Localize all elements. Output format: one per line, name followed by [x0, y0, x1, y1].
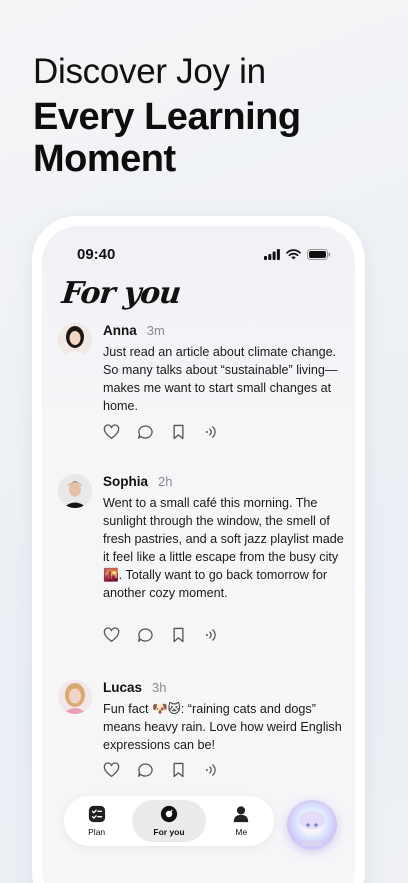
tab-label: Plan: [88, 827, 106, 837]
post-actions: [103, 627, 218, 643]
battery-icon: [307, 249, 331, 260]
heart-icon[interactable]: [103, 627, 120, 643]
headline: Discover Joy in Every Learning Moment: [33, 52, 301, 180]
headline-line-1: Discover Joy in: [33, 52, 266, 91]
comment-icon[interactable]: [137, 627, 154, 643]
comment-icon[interactable]: [137, 424, 154, 440]
assistant-orb-button[interactable]: [287, 800, 337, 850]
heart-icon[interactable]: [103, 424, 120, 440]
audio-icon[interactable]: [203, 424, 218, 440]
post-time: 3h: [152, 680, 167, 695]
avatar[interactable]: [58, 474, 92, 508]
headline-line-2: Every Learning: [33, 96, 301, 138]
post-text: Just read an article about climate chang…: [103, 345, 338, 413]
feed-title: For you: [60, 276, 183, 311]
author-name: Lucas: [103, 680, 143, 695]
bookmark-icon[interactable]: [171, 762, 186, 778]
author-name: Anna: [103, 323, 137, 338]
phone-frame: 09:40 For you Anna 3m Just read an articl…: [32, 216, 365, 883]
tab-bar: Plan For you Me: [64, 796, 274, 846]
for-you-icon: [160, 805, 178, 823]
bookmark-icon[interactable]: [171, 627, 186, 643]
person-icon: [234, 806, 249, 823]
tab-me[interactable]: Me: [211, 800, 271, 842]
post-author[interactable]: Lucas 3h: [103, 680, 167, 695]
status-time: 09:40: [77, 246, 116, 263]
comment-icon[interactable]: [137, 762, 154, 778]
post-actions: [103, 762, 218, 778]
post-card: Sophia 2h Went to a small café this morni…: [58, 474, 348, 654]
avatar[interactable]: [58, 323, 92, 357]
post-card: Anna 3m Just read an article about climat…: [58, 323, 348, 453]
post-text: Fun fact 🐶🐱: “raining cats and dogs” mea…: [103, 702, 342, 752]
bookmark-icon[interactable]: [171, 424, 186, 440]
post-card: Lucas 3h Fun fact 🐶🐱: “raining cats and d…: [58, 680, 348, 790]
signal-icon: [264, 249, 280, 260]
status-bar: 09:40: [42, 246, 355, 266]
wifi-icon: [286, 249, 301, 260]
audio-icon[interactable]: [203, 627, 218, 643]
tab-label: For you: [153, 827, 185, 837]
audio-icon[interactable]: [203, 762, 218, 778]
post-actions: [103, 424, 218, 440]
tab-label: Me: [235, 827, 248, 837]
phone-screen: 09:40 For you Anna 3m Just read an articl…: [42, 226, 355, 883]
heart-icon[interactable]: [103, 762, 120, 778]
post-text: Went to a small café this morning. The s…: [103, 496, 344, 600]
post-time: 3m: [146, 323, 165, 338]
headline-line-3: Moment: [33, 138, 176, 180]
tab-plan[interactable]: Plan: [67, 800, 127, 842]
status-icons: [264, 249, 331, 260]
assistant-avatar-icon: [299, 811, 325, 846]
post-time: 2h: [158, 474, 173, 489]
post-author[interactable]: Sophia 2h: [103, 474, 172, 489]
author-name: Sophia: [103, 474, 149, 489]
post-author[interactable]: Anna 3m: [103, 323, 165, 338]
avatar[interactable]: [58, 680, 92, 714]
tab-for-you[interactable]: For you: [131, 800, 206, 842]
plan-icon: [88, 805, 105, 823]
